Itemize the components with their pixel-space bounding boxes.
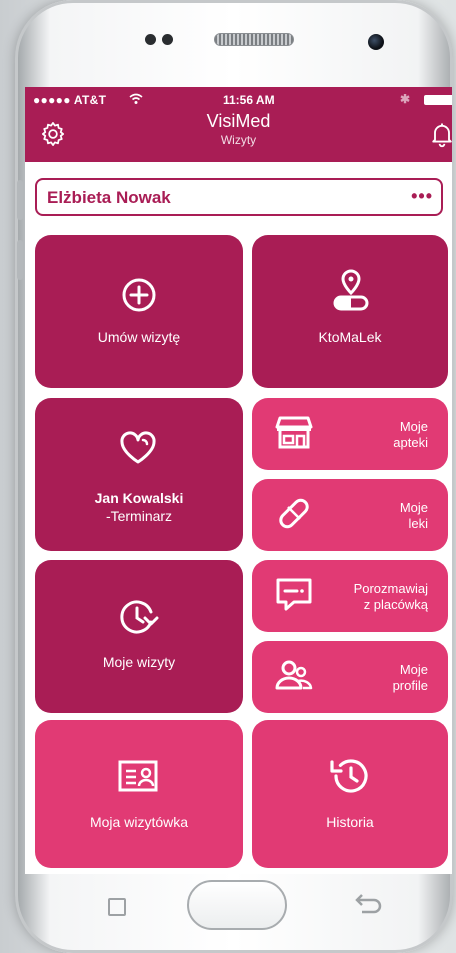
medicines-tile[interactable]: Moje leki bbox=[252, 479, 448, 551]
pharmacies-label-line2: apteki bbox=[393, 435, 428, 450]
heart-icon bbox=[120, 431, 156, 464]
volume-down-button bbox=[17, 240, 23, 280]
app-header: ●●●●● AT&T 11:56 AM ✱ VisiMed Wizyty bbox=[25, 87, 452, 162]
history-icon bbox=[330, 759, 368, 793]
more-options-icon[interactable]: ••• bbox=[411, 186, 433, 207]
bluetooth-icon: ✱ bbox=[399, 92, 410, 106]
my-visits-label: Moje wizyty bbox=[102, 654, 176, 670]
schedule-tile[interactable]: Jan Kowalski -Terminarz bbox=[35, 398, 243, 551]
book-visit-tile[interactable]: Umów wizytę bbox=[35, 235, 243, 388]
chat-label-line1: Porozmawiaj bbox=[353, 581, 428, 596]
schedule-label: -Terminarz bbox=[105, 508, 173, 524]
app-screen: ●●●●● AT&T 11:56 AM ✱ VisiMed Wizyty Elż… bbox=[25, 87, 452, 874]
battery-icon bbox=[424, 95, 452, 105]
schedule-owner-name: Jan Kowalski bbox=[94, 490, 184, 506]
recent-apps-button[interactable] bbox=[108, 898, 126, 916]
status-bar: ●●●●● AT&T 11:56 AM ✱ bbox=[33, 92, 452, 109]
sensor-dot bbox=[145, 34, 156, 45]
profiles-label-line1: Moje bbox=[399, 662, 428, 677]
medicines-label-line1: Moje bbox=[399, 500, 428, 515]
chat-icon bbox=[276, 578, 312, 611]
carrier-label: ●●●●● AT&T bbox=[33, 93, 107, 107]
book-visit-label: Umów wizytę bbox=[97, 329, 181, 345]
wifi-icon bbox=[129, 93, 143, 104]
business-card-label: Moja wizytówka bbox=[89, 814, 189, 830]
home-button[interactable] bbox=[187, 880, 287, 930]
id-card-icon bbox=[118, 760, 158, 792]
history-label: Historia bbox=[326, 814, 374, 830]
volume-up-button bbox=[17, 180, 23, 220]
business-card-tile[interactable]: Moja wizytówka bbox=[35, 720, 243, 868]
sensor-dot bbox=[162, 34, 173, 45]
pill-location-icon bbox=[333, 269, 369, 311]
status-time: 11:56 AM bbox=[223, 93, 275, 107]
app-title: VisiMed bbox=[206, 111, 271, 131]
front-camera bbox=[368, 34, 384, 50]
pharmacies-tile[interactable]: Moje apteki bbox=[252, 398, 448, 470]
gear-icon[interactable] bbox=[39, 120, 67, 148]
pharmacies-label-line1: Moje bbox=[399, 419, 428, 434]
profiles-label-line2: profile bbox=[392, 678, 428, 693]
store-icon bbox=[275, 416, 313, 449]
my-visits-tile[interactable]: Moje wizyty bbox=[35, 560, 243, 713]
plus-circle-icon bbox=[122, 278, 156, 312]
patient-selector[interactable]: Elżbieta Nowak ••• bbox=[35, 178, 443, 216]
speaker-grille bbox=[214, 33, 294, 46]
users-icon bbox=[275, 660, 313, 690]
chat-label-line2: z placówką bbox=[363, 597, 428, 612]
page-subtitle: Wizyty bbox=[220, 133, 257, 147]
pill-icon bbox=[279, 498, 309, 529]
patient-name: Elżbieta Nowak bbox=[47, 188, 171, 207]
bell-icon[interactable] bbox=[428, 120, 452, 148]
medicines-label-line2: leki bbox=[408, 516, 428, 531]
chat-tile[interactable]: Porozmawiaj z placówką bbox=[252, 560, 448, 632]
profiles-tile[interactable]: Moje profile bbox=[252, 641, 448, 713]
ktomalek-label: KtoMaLek bbox=[318, 329, 382, 345]
history-tile[interactable]: Historia bbox=[252, 720, 448, 868]
back-icon[interactable] bbox=[350, 892, 384, 914]
clock-refresh-icon bbox=[120, 600, 159, 634]
ktomalek-tile[interactable]: KtoMaLek bbox=[252, 235, 448, 388]
